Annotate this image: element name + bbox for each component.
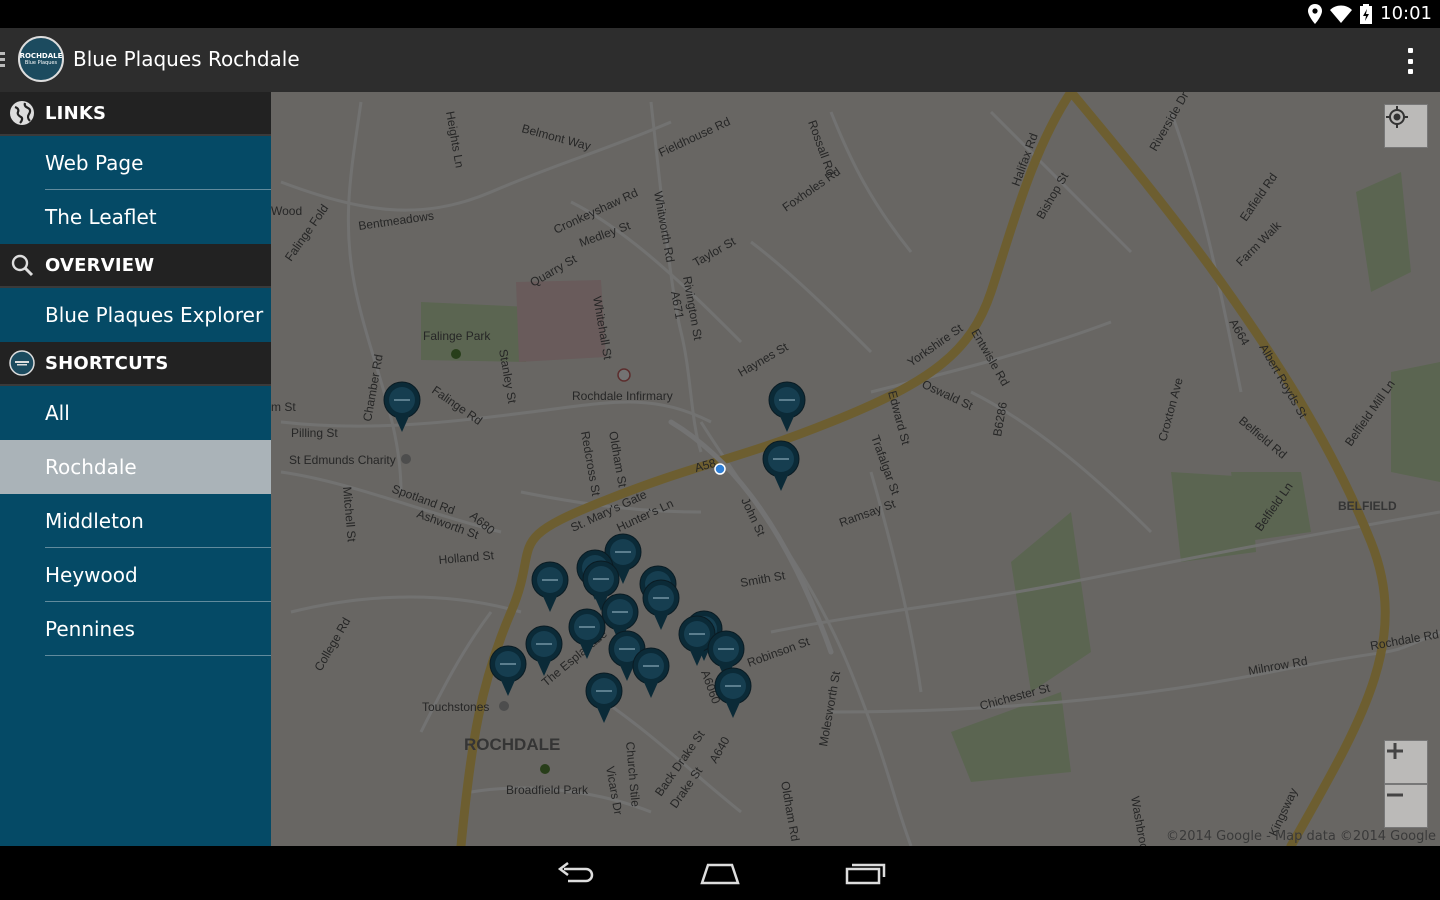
drawer-item-middleton[interactable]: Middleton [0, 494, 271, 548]
plaque-marker[interactable] [642, 579, 680, 631]
plaque-marker[interactable] [568, 608, 606, 660]
current-location-dot [714, 463, 726, 475]
system-nav-bar [0, 846, 1440, 900]
back-button[interactable] [551, 856, 601, 890]
drawer-item-label: Middleton [45, 509, 144, 533]
navigation-drawer: LINKS Web Page The Leaflet OVERVIEW Blue… [0, 92, 271, 846]
drawer-indicator-icon[interactable] [0, 52, 5, 70]
plaque-marker[interactable] [632, 647, 670, 699]
battery-icon [1360, 3, 1373, 24]
plaque-marker[interactable] [383, 381, 421, 433]
drawer-item-the-leaflet[interactable]: The Leaflet [0, 190, 271, 244]
my-location-icon [1386, 106, 1408, 128]
status-bar: 10:01 [0, 0, 1440, 28]
drawer-item-web-page[interactable]: Web Page [0, 136, 271, 190]
drawer-item-label: Heywood [45, 563, 138, 587]
app-title: Blue Plaques Rochdale [73, 47, 300, 71]
plaque-marker[interactable] [525, 625, 563, 677]
minus-icon [1387, 793, 1403, 797]
logo-text-line1: ROCHDALE [19, 52, 63, 60]
plaque-markers-layer [383, 381, 806, 724]
globe-icon [9, 100, 35, 126]
section-title-links: LINKS [45, 102, 107, 124]
plaque-marker[interactable] [531, 561, 569, 613]
location-icon [1308, 3, 1323, 24]
app-logo[interactable]: ROCHDALE Blue Plaques [18, 36, 64, 82]
section-title-shortcuts: SHORTCUTS [45, 352, 169, 374]
zoom-out-button[interactable] [1384, 784, 1428, 828]
my-location-button[interactable] [1384, 104, 1428, 148]
drawer-item-label: Web Page [45, 151, 144, 175]
drawer-item-rochdale[interactable]: Rochdale [0, 440, 271, 494]
drawer-item-pennines[interactable]: Pennines [0, 602, 271, 656]
status-time: 10:01 [1380, 3, 1432, 24]
plaque-marker[interactable] [762, 440, 800, 492]
home-button[interactable] [695, 856, 745, 890]
drawer-item-label: Blue Plaques Explorer [45, 303, 264, 327]
zoom-in-button[interactable] [1384, 740, 1428, 784]
action-bar: ROCHDALE Blue Plaques Blue Plaques Rochd… [0, 28, 1440, 92]
recents-icon [845, 863, 886, 885]
section-links: LINKS [0, 92, 271, 136]
drawer-item-blue-plaques-explorer[interactable]: Blue Plaques Explorer [0, 288, 271, 342]
search-icon [9, 252, 35, 278]
plaque-logo-icon [9, 350, 35, 376]
drawer-item-label: Pennines [45, 617, 135, 641]
plus-icon [1387, 743, 1403, 759]
overflow-menu-icon[interactable] [1404, 48, 1416, 74]
plaque-marker[interactable] [768, 381, 806, 433]
wifi-icon [1330, 5, 1353, 23]
logo-text-line2: Blue Plaques [24, 60, 58, 66]
recents-button[interactable] [840, 856, 890, 890]
drawer-item-label: All [45, 401, 70, 425]
drawer-item-label: The Leaflet [45, 205, 157, 229]
map-copyright: ©2014 Google - Map data ©2014 Google [1165, 829, 1436, 844]
back-icon [557, 862, 594, 883]
plaque-marker[interactable] [714, 667, 752, 719]
drawer-item-all[interactable]: All [0, 386, 271, 440]
section-overview: OVERVIEW [0, 244, 271, 288]
drawer-item-label: Rochdale [45, 455, 137, 479]
section-shortcuts: SHORTCUTS [0, 342, 271, 386]
section-title-overview: OVERVIEW [45, 254, 155, 276]
map-view[interactable]: Heights Ln Belmont Way Fieldhouse Rd Ros… [271, 92, 1440, 846]
home-icon [700, 863, 740, 885]
plaque-marker[interactable] [489, 645, 527, 697]
plaque-marker[interactable] [585, 672, 623, 724]
drawer-item-heywood[interactable]: Heywood [0, 548, 271, 602]
